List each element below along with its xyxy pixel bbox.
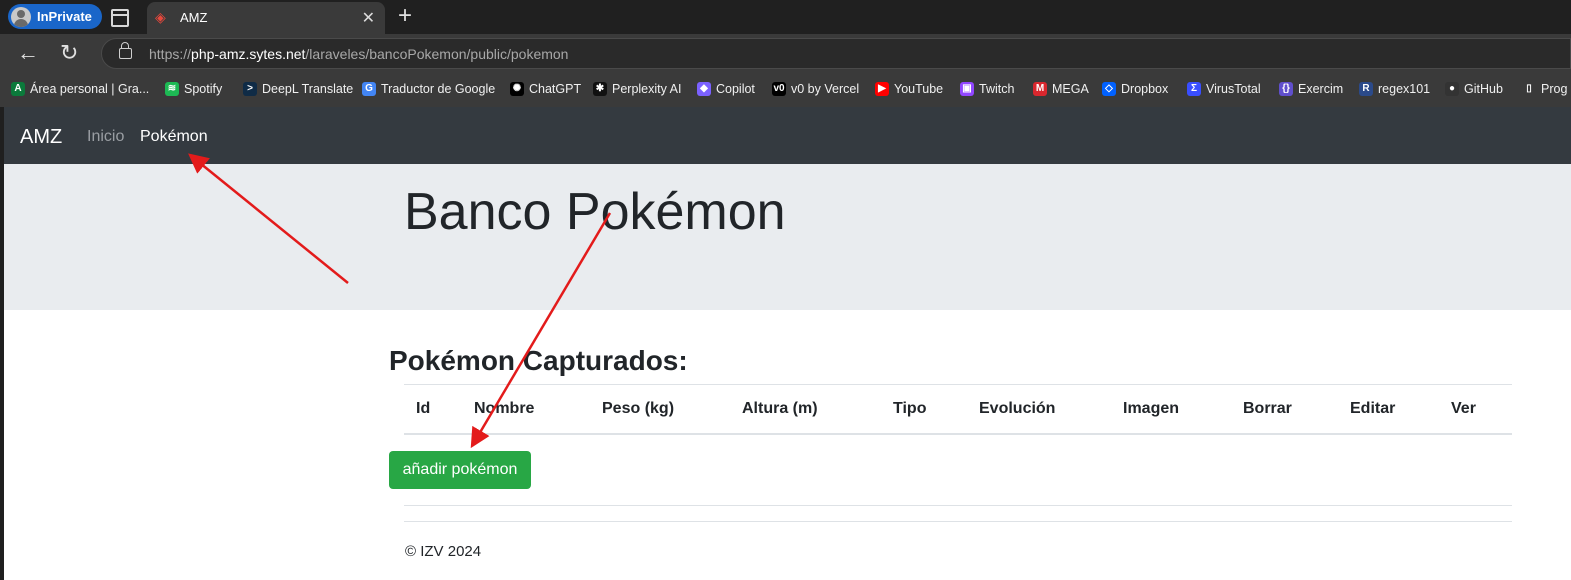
col-header-borrar: Borrar bbox=[1243, 400, 1292, 417]
dropbox-icon: ◇ bbox=[1102, 82, 1116, 96]
area-personal-icon: A bbox=[11, 82, 25, 96]
youtube-icon: ▶ bbox=[875, 82, 889, 96]
table-header-border bbox=[404, 433, 1512, 435]
inprivate-label: InPrivate bbox=[37, 9, 92, 24]
bookmark-twitch[interactable]: ▣ Twitch bbox=[960, 82, 1014, 96]
footer-text: © IZV 2024 bbox=[405, 543, 482, 560]
bookmark-label: Twitch bbox=[979, 82, 1015, 96]
profile-avatar-icon bbox=[11, 6, 31, 27]
regex101-icon: R bbox=[1359, 82, 1373, 96]
reload-icon[interactable]: ↻ bbox=[60, 40, 78, 66]
bookmark-google-translate[interactable]: G Traductor de Google bbox=[362, 82, 495, 96]
navbar-brand[interactable]: AMZ bbox=[20, 126, 62, 149]
bookmark-regex101[interactable]: Rregex101 bbox=[1359, 82, 1430, 96]
col-header-editar: Editar bbox=[1350, 400, 1396, 417]
google-translate-icon: G bbox=[362, 82, 376, 96]
exercism-icon: {} bbox=[1279, 82, 1293, 96]
bookmark-label: YouTube bbox=[894, 82, 944, 96]
page-content: AMZ Inicio Pokémon Banco Pokémon Pokémon… bbox=[4, 107, 1571, 580]
navbar: AMZ Inicio Pokémon bbox=[4, 107, 1571, 164]
bookmark-label: Copilot bbox=[716, 82, 755, 96]
bookmark-youtube[interactable]: ▶ YouTube bbox=[875, 82, 943, 96]
col-header-id: Id bbox=[416, 400, 431, 417]
bookmark-label: Exercim bbox=[1298, 82, 1344, 96]
col-header-evolucion: Evolución bbox=[979, 400, 1056, 417]
bookmark-page[interactable]: ▯ Prog bbox=[1522, 82, 1567, 96]
bookmark-label: DeepL Translate bbox=[262, 82, 354, 96]
col-header-imagen: Imagen bbox=[1123, 400, 1180, 417]
virustotal-icon: Σ bbox=[1187, 82, 1201, 96]
page-icon: ▯ bbox=[1522, 82, 1536, 96]
copilot-icon: ◆ bbox=[697, 82, 711, 96]
bookmark-label: Dropbox bbox=[1121, 82, 1169, 96]
v0-icon: v0 bbox=[772, 82, 786, 96]
page-title: Banco Pokémon bbox=[404, 183, 786, 241]
nav-link-pokemon[interactable]: Pokémon bbox=[140, 128, 208, 146]
bookmark-label: MEGA bbox=[1052, 82, 1089, 96]
browser-tab-bar: InPrivate ◈ AMZ ✕ + bbox=[0, 0, 1571, 34]
bookmark-label: VirusTotal bbox=[1206, 82, 1261, 96]
github-icon: ● bbox=[1445, 82, 1459, 96]
bookmark-label: Traductor de Google bbox=[381, 82, 496, 96]
twitch-icon: ▣ bbox=[960, 82, 974, 96]
bookmark-label: Área personal | Gra... bbox=[30, 82, 150, 96]
chatgpt-icon: ✺ bbox=[510, 82, 524, 96]
tab-actions-icon[interactable] bbox=[111, 9, 129, 27]
col-header-altura: Altura (m) bbox=[742, 400, 818, 417]
address-input[interactable]: https://php-amz.sytes.net/laraveles/banc… bbox=[101, 38, 1571, 69]
bookmark-label: ChatGPT bbox=[529, 82, 582, 96]
bookmark-label: v0 by Vercel bbox=[791, 82, 860, 96]
col-header-peso: Peso (kg) bbox=[602, 400, 675, 417]
bookmark-area-personal[interactable]: A Área personal | Gra... bbox=[11, 82, 149, 96]
bookmark-virustotal[interactable]: Σ VirusTotal bbox=[1187, 82, 1261, 96]
bookmark-exercism[interactable]: {} Exercim bbox=[1279, 82, 1343, 96]
bookmark-mega[interactable]: M MEGA bbox=[1033, 82, 1089, 96]
browser-tab-active[interactable]: ◈ AMZ ✕ bbox=[147, 2, 385, 34]
bookmark-spotify[interactable]: ≋ Spotify bbox=[165, 82, 222, 96]
bookmark-chatgpt[interactable]: ✺ ChatGPT bbox=[510, 82, 581, 96]
add-pokemon-button[interactable]: añadir pokémon bbox=[389, 451, 531, 489]
url-host: php-amz.sytes.net bbox=[191, 46, 306, 62]
new-tab-icon[interactable]: + bbox=[398, 2, 412, 30]
table-top-border bbox=[404, 384, 1512, 385]
lock-icon[interactable] bbox=[119, 42, 132, 59]
bookmark-deepl[interactable]: > DeepL Translate bbox=[243, 82, 353, 96]
laravel-favicon-icon: ◈ bbox=[155, 9, 166, 25]
bookmark-copilot[interactable]: ◆ Copilot bbox=[697, 82, 755, 96]
bookmark-label: regex101 bbox=[1378, 82, 1431, 96]
perplexity-icon: ✱ bbox=[593, 82, 607, 96]
mega-icon: M bbox=[1033, 82, 1047, 96]
nav-link-inicio[interactable]: Inicio bbox=[87, 128, 124, 146]
bookmarks-bar: A Área personal | Gra... ≋ Spotify > DeepL Tr… bbox=[0, 74, 1571, 107]
bookmark-dropbox[interactable]: ◇ Dropbox bbox=[1102, 82, 1168, 96]
jumbotron: Banco Pokémon bbox=[4, 164, 1571, 310]
bookmark-perplexity[interactable]: ✱ Perplexity AI bbox=[593, 82, 681, 96]
deepl-icon: > bbox=[243, 82, 257, 96]
bookmark-label: Prog bbox=[1541, 82, 1568, 96]
bookmark-label: GitHub bbox=[1464, 82, 1503, 96]
col-header-tipo: Tipo bbox=[893, 400, 927, 417]
col-header-nombre: Nombre bbox=[474, 400, 535, 417]
bookmark-label: Perplexity AI bbox=[612, 82, 682, 96]
bookmark-github[interactable]: ● GitHub bbox=[1445, 82, 1503, 96]
footer-divider bbox=[404, 521, 1512, 522]
tab-title: AMZ bbox=[180, 10, 208, 25]
bookmark-label: Spotify bbox=[184, 82, 223, 96]
divider bbox=[404, 505, 1512, 506]
close-tab-icon[interactable]: ✕ bbox=[362, 8, 375, 28]
inprivate-badge[interactable]: InPrivate bbox=[8, 4, 102, 29]
url-prefix: https:// bbox=[149, 46, 192, 62]
bookmark-v0[interactable]: v0 v0 by Vercel bbox=[772, 82, 859, 96]
url-path: /laraveles/bancoPokemon/public/pokemon bbox=[305, 46, 569, 62]
spotify-icon: ≋ bbox=[165, 82, 179, 96]
address-bar-row: ← ↻ https://php-amz.sytes.net/laraveles/… bbox=[0, 34, 1571, 74]
col-header-ver: Ver bbox=[1451, 400, 1476, 417]
url-text: https://php-amz.sytes.net/laraveles/banc… bbox=[149, 46, 568, 62]
back-arrow-icon[interactable]: ← bbox=[17, 40, 39, 66]
section-title: Pokémon Capturados: bbox=[389, 345, 688, 376]
